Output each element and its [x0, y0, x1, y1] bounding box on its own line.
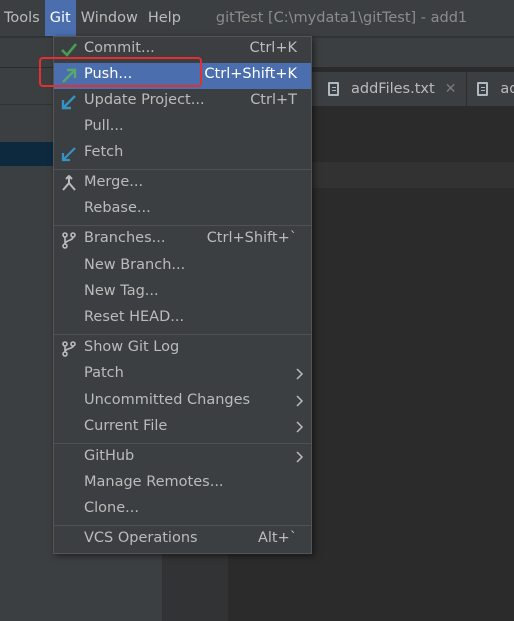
- menu-item-label: Fetch: [84, 144, 124, 160]
- menu-item-label: Pull...: [84, 118, 124, 134]
- chevron-right-icon: [296, 421, 304, 433]
- menu-item-patch[interactable]: Patch: [54, 362, 311, 388]
- menu-item-label: VCS Operations: [84, 530, 198, 546]
- menu-item-label: Update Project...: [84, 92, 205, 108]
- menu-item-pull[interactable]: Pull...: [54, 115, 311, 141]
- menu-bar: Tools Git Window Help gitTest [C:\mydata…: [0, 0, 514, 36]
- menu-item-label: Merge...: [84, 174, 144, 190]
- editor-tabs: addFiles.txt ✕ ad: [310, 72, 514, 106]
- menu-item-label: Manage Remotes...: [84, 474, 224, 490]
- menu-item-fetch[interactable]: Fetch: [54, 141, 311, 167]
- menu-item-merge[interactable]: Merge...: [54, 171, 311, 197]
- menu-item-github[interactable]: GitHub: [54, 445, 311, 471]
- menu-item-shortcut: Ctrl+K: [249, 40, 297, 56]
- menu-item-branches[interactable]: Branches... Ctrl+Shift+`: [54, 227, 311, 253]
- menu-item-vcs-operations[interactable]: VCS Operations Alt+`: [54, 527, 311, 553]
- menu-tools[interactable]: Tools: [0, 0, 45, 36]
- tab-addfiles[interactable]: addFiles.txt ✕: [310, 72, 466, 106]
- branch-icon: [62, 232, 76, 249]
- menu-separator: [54, 525, 311, 526]
- window-title: gitTest [C:\mydata1\gitTest] - add1: [215, 10, 468, 26]
- menu-item-label: Commit...: [84, 40, 155, 56]
- menu-item-uncommitted-changes[interactable]: Uncommitted Changes: [54, 389, 311, 415]
- menu-item-current-file[interactable]: Current File: [54, 415, 311, 441]
- menu-git[interactable]: Git: [44, 0, 76, 36]
- menu-item-label: Uncommitted Changes: [84, 392, 251, 408]
- menu-item-clone[interactable]: Clone...: [54, 497, 311, 523]
- menu-item-label: Patch: [84, 365, 124, 381]
- tab-second[interactable]: ad: [466, 72, 514, 106]
- menu-separator: [54, 169, 311, 170]
- menu-item-new-branch[interactable]: New Branch...: [54, 254, 311, 280]
- menu-help[interactable]: Help: [143, 0, 186, 36]
- menu-item-reset-head[interactable]: Reset HEAD...: [54, 306, 311, 332]
- menu-separator: [54, 334, 311, 335]
- tab-label: addFiles.txt: [351, 81, 435, 97]
- git-menu: Commit... Ctrl+K Push... Ctrl+Shift+K Up…: [53, 36, 312, 554]
- menu-item-label: Show Git Log: [84, 339, 180, 355]
- chevron-right-icon: [296, 368, 304, 380]
- merge-icon: [62, 175, 76, 191]
- menu-item-label: GitHub: [84, 448, 135, 464]
- text-file-icon: [328, 82, 339, 96]
- menu-item-label: Current File: [84, 418, 168, 434]
- menu-separator: [54, 225, 311, 226]
- menu-item-label: New Tag...: [84, 283, 159, 299]
- close-icon[interactable]: ✕: [445, 81, 457, 97]
- menu-item-rebase[interactable]: Rebase...: [54, 197, 311, 223]
- menu-item-shortcut: Alt+`: [257, 530, 297, 546]
- menu-item-shortcut: Ctrl+Shift+`: [206, 230, 297, 246]
- update-arrow-icon: [61, 95, 76, 110]
- menu-separator: [54, 443, 311, 444]
- menu-item-update-project[interactable]: Update Project... Ctrl+T: [54, 89, 311, 115]
- menu-item-new-tag[interactable]: New Tag...: [54, 280, 311, 306]
- tab-label: ad: [500, 81, 514, 97]
- menu-item-shortcut: Ctrl+T: [250, 92, 297, 108]
- menu-item-label: Clone...: [84, 500, 139, 516]
- menu-item-show-git-log[interactable]: Show Git Log: [54, 336, 311, 362]
- menu-window[interactable]: Window: [76, 0, 143, 36]
- menu-item-label: New Branch...: [84, 257, 186, 273]
- annotation-highlight-box: [39, 57, 202, 87]
- chevron-right-icon: [296, 395, 304, 407]
- fetch-icon: [61, 147, 76, 162]
- menu-item-label: Reset HEAD...: [84, 309, 185, 325]
- git-log-icon: [62, 341, 76, 357]
- chevron-right-icon: [296, 451, 304, 463]
- menu-item-manage-remotes[interactable]: Manage Remotes...: [54, 471, 311, 497]
- menu-item-label: Branches...: [84, 230, 166, 246]
- menu-item-shortcut: Ctrl+Shift+K: [204, 66, 297, 82]
- text-file-icon: [477, 82, 489, 96]
- menu-item-label: Rebase...: [84, 200, 151, 216]
